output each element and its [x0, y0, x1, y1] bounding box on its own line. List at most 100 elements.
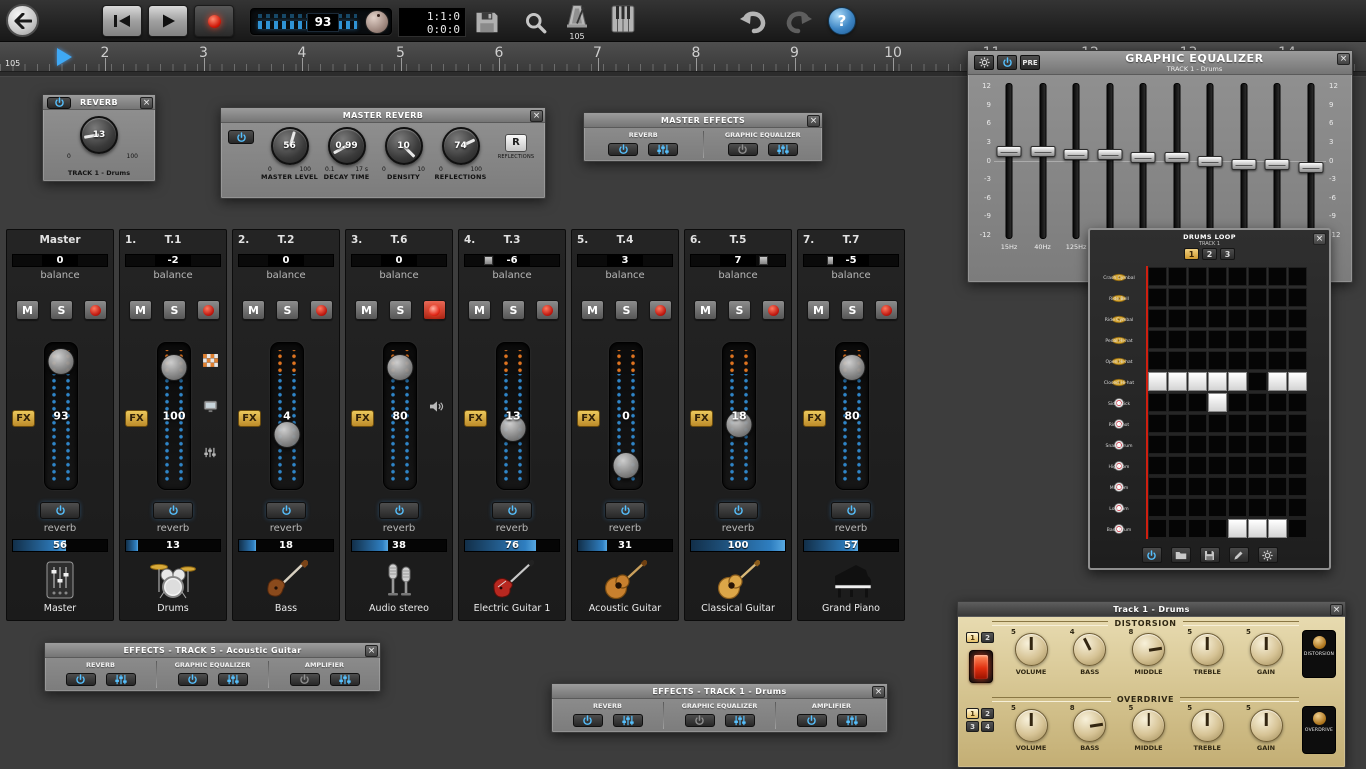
step-cell[interactable]: [1288, 498, 1307, 517]
reverb-amount-bar[interactable]: 18: [238, 539, 334, 552]
step-cell[interactable]: [1268, 414, 1287, 433]
metronome-button[interactable]: 105: [560, 4, 594, 41]
drum-label[interactable]: Pedal Hi-hat: [1094, 329, 1144, 350]
step-cell[interactable]: [1168, 309, 1187, 328]
eq-band-handle[interactable]: [1298, 162, 1323, 173]
step-cell[interactable]: [1208, 414, 1227, 433]
mute-button[interactable]: M: [581, 300, 604, 320]
step-cell[interactable]: [1208, 435, 1227, 454]
step-cell[interactable]: [1228, 330, 1247, 349]
eq-band-10[interactable]: [1298, 83, 1324, 239]
step-cell[interactable]: [1188, 393, 1207, 412]
record-arm-button[interactable]: [536, 300, 559, 320]
fx-slot-overdrive[interactable]: OVERDRIVE: [1302, 706, 1336, 754]
step-cell[interactable]: [1168, 288, 1187, 307]
equalizer-settings-button[interactable]: [837, 714, 867, 727]
step-cell[interactable]: [1188, 498, 1207, 517]
eq-band-1[interactable]: [996, 83, 1022, 239]
step-cell[interactable]: [1288, 330, 1307, 349]
knob[interactable]: [1015, 709, 1048, 742]
step-cell[interactable]: [1148, 414, 1167, 433]
step-cell[interactable]: [1208, 330, 1227, 349]
open-button[interactable]: [1171, 547, 1191, 563]
step-cell[interactable]: [1188, 267, 1207, 286]
equalizer-settings-button[interactable]: [613, 714, 643, 727]
knob[interactable]: 0.99: [328, 127, 366, 165]
knob[interactable]: 56: [271, 127, 309, 165]
step-cell[interactable]: [1268, 372, 1287, 391]
help-button[interactable]: ?: [828, 7, 856, 35]
power-button[interactable]: [997, 55, 1017, 70]
step-cell[interactable]: [1208, 309, 1227, 328]
pattern-icon[interactable]: [200, 352, 220, 368]
fx-button[interactable]: FX: [12, 410, 35, 427]
step-cell[interactable]: [1148, 393, 1167, 412]
volume-fader[interactable]: 0: [609, 342, 643, 490]
balance-handle[interactable]: [759, 256, 768, 265]
solo-button[interactable]: S: [502, 300, 525, 320]
record-arm-button[interactable]: [310, 300, 333, 320]
record-arm-button[interactable]: [875, 300, 898, 320]
reverb-amount-bar[interactable]: 13: [125, 539, 221, 552]
fader-handle[interactable]: [387, 354, 414, 381]
step-cell[interactable]: [1248, 351, 1267, 370]
step-cell[interactable]: [1268, 309, 1287, 328]
drum-label[interactable]: High Tom: [1094, 455, 1144, 476]
close-button[interactable]: ×: [530, 110, 543, 122]
balance-slider[interactable]: -2: [125, 254, 221, 267]
reverb-amount-bar[interactable]: 56: [12, 539, 108, 552]
fx-button[interactable]: FX: [351, 410, 374, 427]
power-button[interactable]: [228, 130, 254, 144]
eq-band-handle[interactable]: [1064, 149, 1089, 160]
sliders-icon[interactable]: [200, 444, 220, 460]
window-titlebar[interactable]: REVERB ×: [43, 95, 155, 110]
pattern-button-3[interactable]: 3: [1220, 248, 1235, 260]
step-cell[interactable]: [1168, 456, 1187, 475]
drum-label[interactable]: Ride Bell: [1094, 287, 1144, 308]
balance-slider[interactable]: 3: [577, 254, 673, 267]
power-button[interactable]: [573, 714, 603, 727]
step-cell[interactable]: [1288, 456, 1307, 475]
knob[interactable]: [1132, 709, 1165, 742]
pattern-button-1[interactable]: 1: [1184, 248, 1199, 260]
reverb-power-button[interactable]: [831, 502, 871, 519]
window-titlebar[interactable]: Track 1 - Drums ×: [958, 602, 1345, 617]
save-button[interactable]: [472, 9, 502, 35]
step-cell[interactable]: [1168, 372, 1187, 391]
equalizer-settings-button[interactable]: [648, 143, 678, 156]
drum-label[interactable]: Rim Shot: [1094, 413, 1144, 434]
power-button[interactable]: [685, 714, 715, 727]
step-cell[interactable]: [1188, 330, 1207, 349]
reverb-amount-bar[interactable]: 57: [803, 539, 899, 552]
zoom-button[interactable]: [520, 9, 550, 35]
volume-fader[interactable]: 80: [383, 342, 417, 490]
eq-band-9[interactable]: [1264, 83, 1290, 239]
balance-slider[interactable]: -5: [803, 254, 899, 267]
volume-fader[interactable]: 100: [157, 342, 191, 490]
balance-slider[interactable]: -6: [464, 254, 560, 267]
power-switch[interactable]: [969, 650, 993, 683]
reverb-power-button[interactable]: [379, 502, 419, 519]
tempo-display[interactable]: 93: [250, 8, 392, 35]
volume-fader[interactable]: 93: [44, 342, 78, 490]
step-cell[interactable]: [1148, 351, 1167, 370]
eq-band-handle[interactable]: [1164, 152, 1189, 163]
drum-label[interactable]: Ride Cymbal: [1094, 308, 1144, 329]
solo-button[interactable]: S: [163, 300, 186, 320]
step-cell[interactable]: [1148, 519, 1167, 538]
close-button[interactable]: ×: [1313, 233, 1326, 245]
solo-button[interactable]: S: [50, 300, 73, 320]
eq-band-handle[interactable]: [1097, 149, 1122, 160]
fx-button[interactable]: FX: [238, 410, 261, 427]
fx-button[interactable]: FX: [577, 410, 600, 427]
step-cell[interactable]: [1168, 498, 1187, 517]
back-button[interactable]: [6, 4, 39, 37]
solo-button[interactable]: S: [615, 300, 638, 320]
mute-button[interactable]: M: [694, 300, 717, 320]
fx-button[interactable]: FX: [803, 410, 826, 427]
step-cell[interactable]: [1208, 519, 1227, 538]
eq-band-handle[interactable]: [1131, 152, 1156, 163]
step-cell[interactable]: [1208, 456, 1227, 475]
step-cell[interactable]: [1268, 330, 1287, 349]
reverb-level-knob[interactable]: 13: [80, 116, 118, 154]
